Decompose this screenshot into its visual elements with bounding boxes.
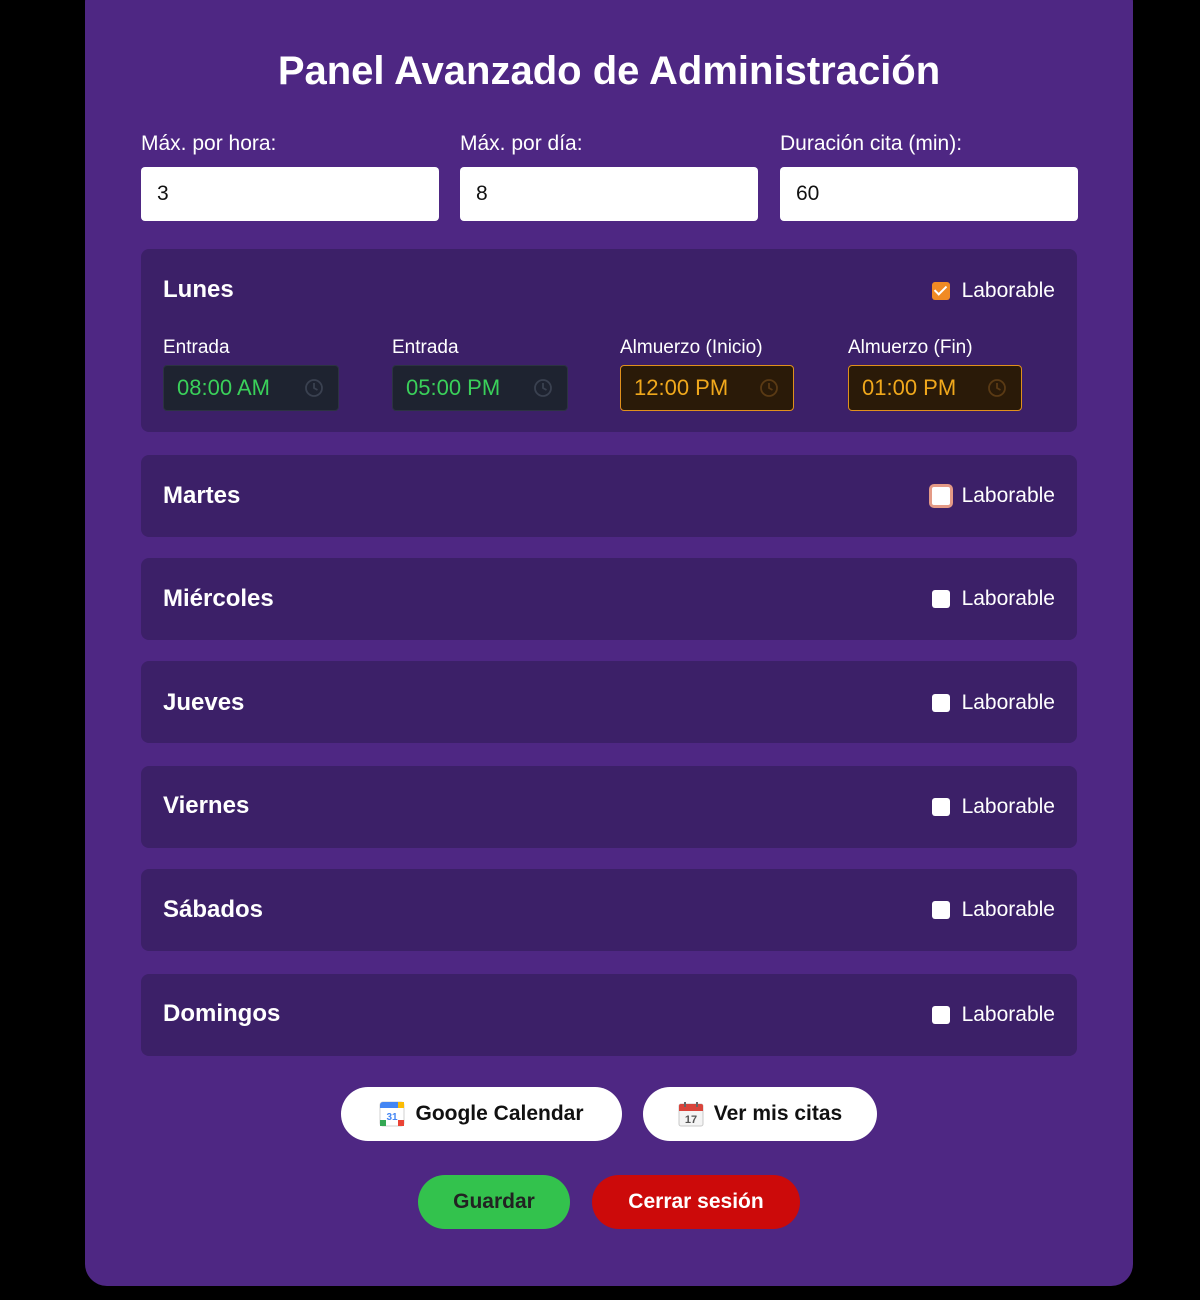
- max-per-hour-input[interactable]: [141, 167, 439, 221]
- day-card-lunes: Lunes Laborable Entrada 08:00 AM Entrada…: [141, 249, 1077, 432]
- day-card-viernes: Viernes Laborable: [141, 766, 1077, 848]
- max-per-day-label: Máx. por día:: [460, 132, 583, 155]
- laborable-label: Laborable: [961, 795, 1055, 818]
- day-name: Domingos: [163, 1000, 281, 1027]
- laborable-toggle-jueves[interactable]: Laborable: [931, 690, 1055, 716]
- max-per-day-input[interactable]: [460, 167, 758, 221]
- laborable-checkbox[interactable]: [931, 282, 950, 300]
- day-card-sabados: Sábados Laborable: [141, 869, 1077, 951]
- time-label: Entrada: [392, 337, 459, 358]
- day-card-jueves: Jueves Laborable: [141, 661, 1077, 743]
- svg-text:17: 17: [685, 1114, 697, 1126]
- time-input-almuerzo-inicio[interactable]: 12:00 PM: [620, 365, 794, 411]
- laborable-label: Laborable: [961, 279, 1055, 302]
- day-name: Jueves: [163, 689, 245, 716]
- laborable-checkbox[interactable]: [931, 590, 950, 608]
- day-name: Lunes: [163, 276, 234, 303]
- day-name: Viernes: [163, 792, 250, 819]
- laborable-label: Laborable: [961, 691, 1055, 714]
- time-value: 01:00 PM: [862, 375, 957, 400]
- time-field-almuerzo-inicio: Almuerzo (Inicio) 12:00 PM: [620, 337, 794, 411]
- appointment-duration-group: Duración cita (min):: [780, 131, 1078, 221]
- laborable-label: Laborable: [961, 484, 1055, 507]
- laborable-checkbox[interactable]: [928, 484, 953, 508]
- time-field-entrada-2: Entrada 05:00 PM: [392, 337, 568, 411]
- day-card-miercoles: Miércoles Laborable: [141, 558, 1077, 640]
- save-button[interactable]: Guardar: [418, 1175, 570, 1229]
- google-calendar-icon: 31: [379, 1101, 405, 1127]
- calendar-17-icon: 17: [678, 1102, 704, 1127]
- time-input-salida[interactable]: 05:00 PM: [392, 365, 568, 411]
- day-card-domingos: Domingos Laborable: [141, 974, 1077, 1056]
- google-calendar-button[interactable]: 31 Google Calendar: [341, 1087, 622, 1141]
- time-label: Entrada: [163, 337, 230, 358]
- max-per-hour-label: Máx. por hora:: [141, 132, 277, 155]
- laborable-toggle-sabados[interactable]: Laborable: [931, 897, 1055, 923]
- time-label: Almuerzo (Fin): [848, 337, 973, 358]
- laborable-label: Laborable: [961, 1003, 1055, 1026]
- laborable-toggle-miercoles[interactable]: Laborable: [931, 586, 1055, 612]
- time-value: 12:00 PM: [634, 375, 729, 400]
- laborable-toggle-viernes[interactable]: Laborable: [931, 794, 1055, 820]
- time-value: 05:00 PM: [406, 375, 501, 400]
- time-value: 08:00 AM: [177, 375, 270, 400]
- clock-icon[interactable]: [759, 378, 779, 398]
- laborable-toggle-martes[interactable]: Laborable: [928, 483, 1055, 509]
- clock-icon[interactable]: [304, 378, 324, 398]
- day-name: Miércoles: [163, 585, 274, 612]
- clock-icon[interactable]: [533, 378, 553, 398]
- appointment-duration-label: Duración cita (min):: [780, 132, 963, 155]
- time-field-entrada-1: Entrada 08:00 AM: [163, 337, 339, 411]
- ver-citas-label: Ver mis citas: [713, 1102, 843, 1125]
- appointment-duration-input[interactable]: [780, 167, 1078, 221]
- laborable-toggle-lunes[interactable]: Laborable: [931, 278, 1055, 304]
- logout-button[interactable]: Cerrar sesión: [592, 1175, 800, 1229]
- day-card-martes: Martes Laborable: [141, 455, 1077, 537]
- google-calendar-label: Google Calendar: [415, 1102, 584, 1125]
- day-name: Sábados: [163, 896, 264, 923]
- laborable-checkbox[interactable]: [931, 1006, 950, 1024]
- time-input-almuerzo-fin[interactable]: 01:00 PM: [848, 365, 1022, 411]
- clock-icon[interactable]: [987, 378, 1007, 398]
- laborable-label: Laborable: [961, 587, 1055, 610]
- max-per-hour-group: Máx. por hora:: [141, 131, 439, 221]
- svg-text:31: 31: [387, 1112, 399, 1123]
- laborable-label: Laborable: [961, 898, 1055, 921]
- admin-panel: Panel Avanzado de Administración Máx. po…: [85, 0, 1133, 1286]
- page-title: Panel Avanzado de Administración: [277, 49, 941, 93]
- laborable-checkbox[interactable]: [931, 694, 950, 712]
- laborable-checkbox[interactable]: [931, 901, 950, 919]
- time-label: Almuerzo (Inicio): [620, 337, 763, 358]
- laborable-checkbox[interactable]: [931, 798, 950, 816]
- time-field-almuerzo-fin: Almuerzo (Fin) 01:00 PM: [848, 337, 1022, 411]
- day-name: Martes: [163, 482, 241, 509]
- laborable-toggle-domingos[interactable]: Laborable: [931, 1002, 1055, 1028]
- time-input-entrada[interactable]: 08:00 AM: [163, 365, 339, 411]
- ver-citas-button[interactable]: 17 Ver mis citas: [643, 1087, 877, 1141]
- max-per-day-group: Máx. por día:: [460, 131, 758, 221]
